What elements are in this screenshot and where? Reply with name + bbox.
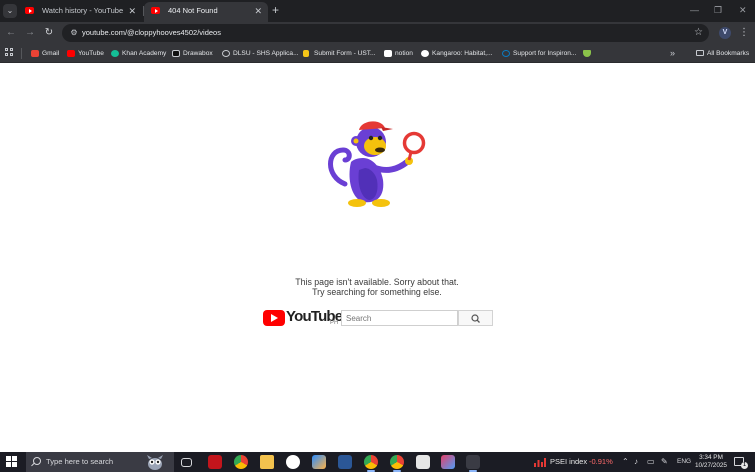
chrome-profile-icon[interactable]	[390, 455, 404, 472]
volume-icon[interactable]: ♪	[634, 452, 638, 472]
monkey-illustration-icon	[328, 121, 426, 207]
youtube-favicon-icon	[151, 7, 160, 14]
forward-icon[interactable]: →	[23, 25, 37, 41]
bookmark-submit-form[interactable]: Submit Form - UST...	[303, 46, 376, 61]
word-icon[interactable]	[338, 455, 352, 469]
acrobat-icon[interactable]	[208, 455, 222, 469]
start-windows-icon[interactable]	[6, 456, 18, 468]
close-window-icon[interactable]: ✕	[739, 4, 747, 16]
chrome-icon[interactable]	[234, 455, 248, 469]
task-view-icon[interactable]	[181, 458, 192, 467]
error-message: This page isn't available. Sorry about t…	[250, 277, 504, 297]
browser-menu-icon[interactable]: ⋮	[739, 25, 749, 41]
notion-icon	[384, 50, 392, 57]
youtube-logo[interactable]: YouTube PH	[263, 308, 343, 330]
copilot-icon[interactable]	[312, 455, 326, 469]
bookmark-youtube[interactable]: YouTube	[67, 46, 104, 61]
bookmark-kangaroo[interactable]: Kangaroo: Habitat,...	[421, 46, 492, 61]
gmail-icon	[31, 50, 39, 57]
notification-count-badge: 1	[741, 462, 748, 469]
youtube-play-icon	[263, 310, 285, 326]
profile-avatar[interactable]: V	[719, 27, 731, 39]
google-icon	[421, 50, 429, 57]
apps-grid-icon[interactable]	[5, 48, 15, 58]
bookmark-label: YouTube	[78, 50, 104, 57]
network-icon[interactable]: ▭	[647, 452, 655, 472]
khan-academy-icon	[111, 50, 119, 57]
tab-title: Watch history - YouTube	[42, 6, 124, 15]
error-line-2: Try searching for something else.	[312, 287, 442, 297]
bookmark-dell-support[interactable]: Support for Inspiron...	[502, 46, 576, 61]
bookmark-label: Khan Academy	[122, 50, 167, 57]
site-info-icon[interactable]: ⚙	[68, 26, 80, 40]
search-icon	[471, 314, 480, 323]
bookmark-label: Gmail	[42, 50, 60, 57]
dell-icon	[502, 50, 510, 57]
taskbar-search-placeholder: Type here to search	[46, 457, 114, 466]
browser-tab-strip: ⌄ Watch history - YouTube ✕ 404 Not Foun…	[0, 0, 755, 22]
url-text[interactable]: youtube.com/@cloppyhooves4502/videos	[82, 24, 221, 42]
bookmark-khan-academy[interactable]: Khan Academy	[111, 46, 166, 61]
reload-icon[interactable]: ↻	[42, 25, 56, 41]
bookmark-label: Support for Inspiron...	[513, 50, 577, 57]
clock-date: 10/27/2025	[695, 462, 727, 469]
search-button[interactable]	[458, 310, 493, 326]
bookmark-star-icon[interactable]: ☆	[694, 24, 703, 42]
stock-change: -0.91%	[589, 457, 613, 466]
address-bar[interactable]: ⚙ youtube.com/@cloppyhooves4502/videos ☆	[62, 24, 709, 42]
bookmark-label: Submit Form - UST...	[314, 50, 376, 57]
back-icon[interactable]: ←	[4, 25, 18, 41]
browser-toolbar: ← → ↻ ⚙ youtube.com/@cloppyhooves4502/vi…	[0, 22, 755, 44]
youtube-icon	[67, 50, 75, 57]
tab-404-not-found[interactable]: 404 Not Found ✕	[144, 2, 268, 22]
language-indicator[interactable]: ENG	[677, 452, 691, 472]
bookmark-label: Kangaroo: Habitat,...	[432, 50, 493, 57]
globe-icon	[222, 50, 230, 57]
windows-taskbar: Type here to search PSEI index -0.91% ⌃ …	[0, 452, 755, 472]
all-bookmarks-button[interactable]: All Bookmarks	[696, 46, 749, 61]
tab-title: 404 Not Found	[168, 6, 218, 15]
bookmarks-bar: Gmail YouTube Khan Academy Drawabox DLSU…	[0, 44, 755, 63]
search-icon	[33, 457, 41, 465]
bookmark-shield[interactable]	[583, 46, 594, 61]
bookmark-drawabox[interactable]: Drawabox	[172, 46, 213, 61]
folder-icon	[696, 50, 704, 56]
bookmark-dlsu[interactable]: DLSU - SHS Applica...	[222, 46, 299, 61]
pen-icon[interactable]: ✎	[661, 452, 668, 472]
all-bookmarks-label: All Bookmarks	[707, 50, 750, 57]
bookmark-gmail[interactable]: Gmail	[31, 46, 59, 61]
bookmark-notion[interactable]: notion	[384, 46, 413, 61]
chevron-up-icon[interactable]: ⌃	[622, 452, 629, 472]
tab-close-icon[interactable]: ✕	[128, 2, 136, 20]
minimize-icon[interactable]: —	[690, 4, 699, 16]
tab-close-icon[interactable]: ✕	[254, 2, 262, 20]
bookmark-label: notion	[395, 50, 413, 57]
zoom-icon[interactable]	[286, 455, 300, 469]
sticky-app-icon[interactable]	[416, 455, 430, 469]
youtube-favicon-icon	[25, 7, 34, 14]
search-input[interactable]	[341, 310, 458, 326]
new-tab-button[interactable]: +	[272, 3, 279, 17]
error-line-1: This page isn't available. Sorry about t…	[295, 277, 459, 287]
ust-icon	[303, 50, 309, 57]
tab-watch-history[interactable]: Watch history - YouTube ✕	[18, 2, 142, 22]
bookmark-label: DLSU - SHS Applica...	[233, 50, 299, 57]
youtube-region-code: PH	[330, 320, 339, 326]
taskbar-clock[interactable]: 3:34 PM 10/27/2025	[693, 454, 729, 470]
clock-time: 3:34 PM	[699, 454, 723, 461]
search-highlight-owl-icon[interactable]	[144, 454, 166, 470]
file-explorer-icon[interactable]	[260, 455, 274, 469]
restore-icon[interactable]: ❐	[714, 4, 722, 16]
bookmark-label: Drawabox	[183, 50, 213, 57]
stock-label: PSEI index	[550, 457, 588, 466]
chrome-profile-icon[interactable]	[364, 455, 378, 472]
tab-search-icon[interactable]: ⌄	[3, 4, 17, 18]
pinned-app-icon[interactable]	[466, 455, 480, 472]
bookmarks-separator	[21, 48, 22, 59]
bookmarks-overflow-icon[interactable]: »	[670, 46, 675, 61]
snipping-tool-icon[interactable]	[441, 455, 455, 469]
stock-chart-icon	[534, 458, 546, 467]
shield-bookmark-icon	[583, 50, 591, 57]
drawabox-icon	[172, 50, 180, 57]
